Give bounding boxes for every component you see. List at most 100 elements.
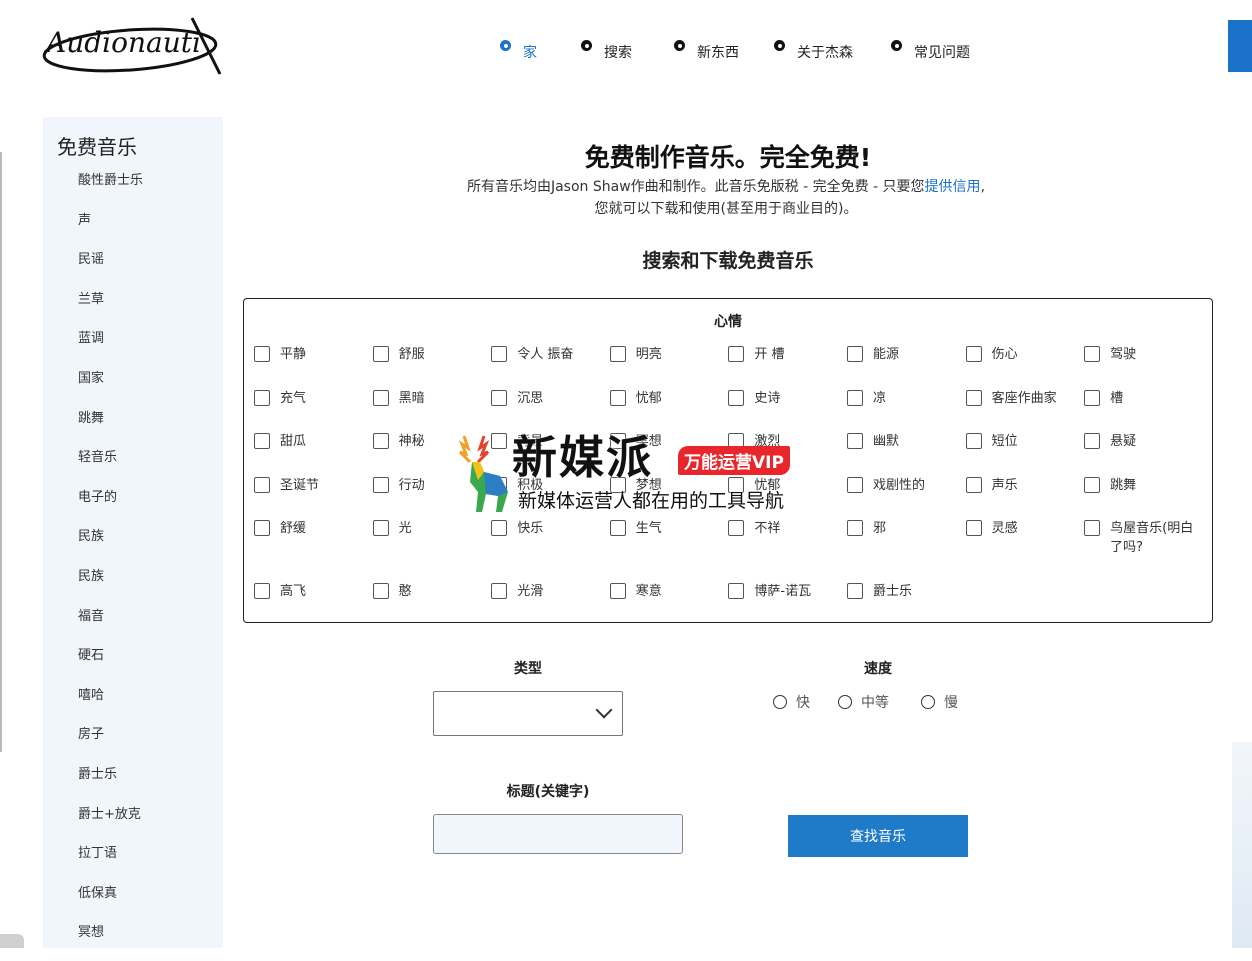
nav-home[interactable]: 家 (500, 40, 537, 62)
nav-new[interactable]: 新东西 (674, 40, 739, 62)
checkbox-icon[interactable] (728, 433, 745, 449)
mood-checkbox[interactable]: 悬疑 (1084, 432, 1203, 476)
checkbox-icon[interactable] (965, 476, 982, 493)
mood-checkbox[interactable]: 背景 (491, 432, 610, 476)
find-music-button[interactable]: 查找音乐 (788, 815, 968, 857)
mood-checkbox[interactable]: 跳舞 (1084, 476, 1203, 520)
checkbox-icon[interactable] (1084, 520, 1101, 536)
sidebar-item-genre[interactable]: 跳舞 (78, 407, 143, 447)
checkbox-icon[interactable] (372, 583, 389, 599)
checkbox-icon[interactable] (491, 433, 508, 449)
sidebar-item-genre[interactable]: 低保真 (78, 882, 143, 922)
speed-option-slow[interactable]: 慢 (921, 692, 958, 712)
mood-checkbox[interactable]: 行动 (372, 476, 492, 520)
mood-checkbox[interactable]: 幽默 (846, 432, 966, 476)
checkbox-icon[interactable] (846, 476, 863, 493)
mood-checkbox[interactable]: 积极 (491, 476, 610, 520)
checkbox-icon[interactable] (254, 520, 270, 536)
checkbox-icon[interactable] (965, 346, 982, 362)
mood-checkbox[interactable]: 充气 (254, 389, 373, 433)
checkbox-icon[interactable] (846, 520, 863, 536)
checkbox-icon[interactable] (491, 583, 508, 599)
nav-faq[interactable]: 常见问题 (891, 40, 970, 62)
checkbox-icon[interactable] (609, 583, 626, 599)
radio-icon[interactable] (838, 695, 852, 709)
mood-checkbox[interactable]: 令人 振奋 (491, 345, 610, 389)
mood-checkbox[interactable]: 光滑 (491, 582, 610, 626)
nav-search[interactable]: 搜索 (581, 40, 632, 62)
sidebar-item-genre[interactable]: 嘻哈 (78, 684, 143, 724)
mood-checkbox[interactable]: 灵感 (965, 519, 1085, 582)
mood-checkbox[interactable]: 明亮 (609, 345, 729, 389)
mood-checkbox[interactable]: 邪 (846, 519, 966, 582)
mood-checkbox[interactable]: 寒意 (609, 582, 729, 626)
checkbox-icon[interactable] (846, 346, 863, 362)
sidebar-item-genre[interactable]: 酸性爵士乐 (78, 169, 143, 209)
mood-checkbox[interactable]: 客座作曲家 (965, 389, 1085, 433)
mood-checkbox[interactable]: 忧郁 (728, 476, 847, 520)
scrollbar-thumb[interactable] (0, 934, 24, 948)
checkbox-icon[interactable] (846, 389, 863, 406)
sidebar-item-genre[interactable]: 拉丁语 (78, 842, 143, 882)
mood-checkbox[interactable]: 槽 (1084, 389, 1203, 433)
checkbox-icon[interactable] (728, 583, 745, 599)
checkbox-icon[interactable] (728, 389, 745, 406)
checkbox-icon[interactable] (728, 476, 745, 493)
checkbox-icon[interactable] (728, 520, 745, 536)
checkbox-icon[interactable] (846, 583, 863, 599)
side-tab[interactable] (1228, 20, 1252, 72)
mood-checkbox[interactable]: 鸟屋音乐(明白了吗? (1084, 519, 1203, 582)
checkbox-icon[interactable] (609, 520, 626, 536)
sidebar-item-genre[interactable]: 民族 (78, 525, 143, 565)
checkbox-icon[interactable] (965, 389, 982, 406)
mood-checkbox[interactable]: 生气 (609, 519, 729, 582)
sidebar-item-genre[interactable]: 声 (78, 209, 143, 249)
keyword-input[interactable] (433, 814, 683, 854)
mood-checkbox[interactable]: 光 (372, 519, 492, 582)
mood-checkbox[interactable]: 伤心 (965, 345, 1085, 389)
radio-icon[interactable] (773, 695, 787, 709)
speed-option-fast[interactable]: 快 (773, 692, 810, 712)
checkbox-icon[interactable] (846, 433, 863, 449)
checkbox-icon[interactable] (254, 389, 270, 406)
sidebar-item-genre[interactable]: 爵士乐 (78, 763, 143, 803)
mood-checkbox[interactable]: 黑暗 (372, 389, 492, 433)
checkbox-icon[interactable] (491, 346, 508, 362)
mood-checkbox[interactable]: 舒缓 (254, 519, 373, 582)
checkbox-icon[interactable] (1084, 346, 1101, 362)
type-select[interactable] (433, 691, 623, 736)
mood-checkbox[interactable]: 史诗 (728, 389, 847, 433)
checkbox-icon[interactable] (372, 476, 389, 493)
mood-checkbox[interactable]: 激烈 (728, 432, 847, 476)
sidebar-item-genre[interactable]: 民谣 (78, 248, 143, 288)
checkbox-icon[interactable] (254, 433, 270, 449)
mood-checkbox[interactable]: 舒服 (372, 345, 492, 389)
mood-checkbox[interactable]: 忧郁 (609, 389, 729, 433)
checkbox-icon[interactable] (491, 520, 508, 536)
checkbox-icon[interactable] (609, 346, 626, 362)
checkbox-icon[interactable] (728, 346, 745, 362)
mood-checkbox[interactable]: 憨 (372, 582, 492, 626)
sidebar-item-genre[interactable]: 蓝调 (78, 327, 143, 367)
sidebar-item-genre[interactable]: 房子 (78, 723, 143, 763)
mood-checkbox[interactable]: 圣诞节 (254, 476, 373, 520)
checkbox-icon[interactable] (372, 346, 389, 362)
checkbox-icon[interactable] (1084, 433, 1101, 449)
checkbox-icon[interactable] (372, 520, 389, 536)
sidebar-item-genre[interactable]: 国家 (78, 367, 143, 407)
mood-checkbox[interactable]: 驾驶 (1084, 345, 1203, 389)
speed-option-medium[interactable]: 中等 (838, 692, 889, 712)
checkbox-icon[interactable] (609, 389, 626, 406)
sidebar-item-genre[interactable]: 电子的 (78, 486, 143, 526)
mood-checkbox[interactable]: 戏剧性的 (846, 476, 966, 520)
sidebar-item-genre[interactable]: 兰草 (78, 288, 143, 328)
sidebar-item-genre[interactable]: 冥想 (78, 921, 143, 961)
checkbox-icon[interactable] (254, 583, 270, 599)
mood-checkbox[interactable]: 凉 (846, 389, 966, 433)
mood-checkbox[interactable]: 爵士乐 (846, 582, 966, 626)
mood-checkbox[interactable]: 神秘 (372, 432, 492, 476)
checkbox-icon[interactable] (491, 476, 508, 493)
sidebar-item-genre[interactable]: 轻音乐 (78, 446, 143, 486)
checkbox-icon[interactable] (609, 433, 626, 449)
mood-checkbox[interactable]: 梦想 (609, 476, 729, 520)
